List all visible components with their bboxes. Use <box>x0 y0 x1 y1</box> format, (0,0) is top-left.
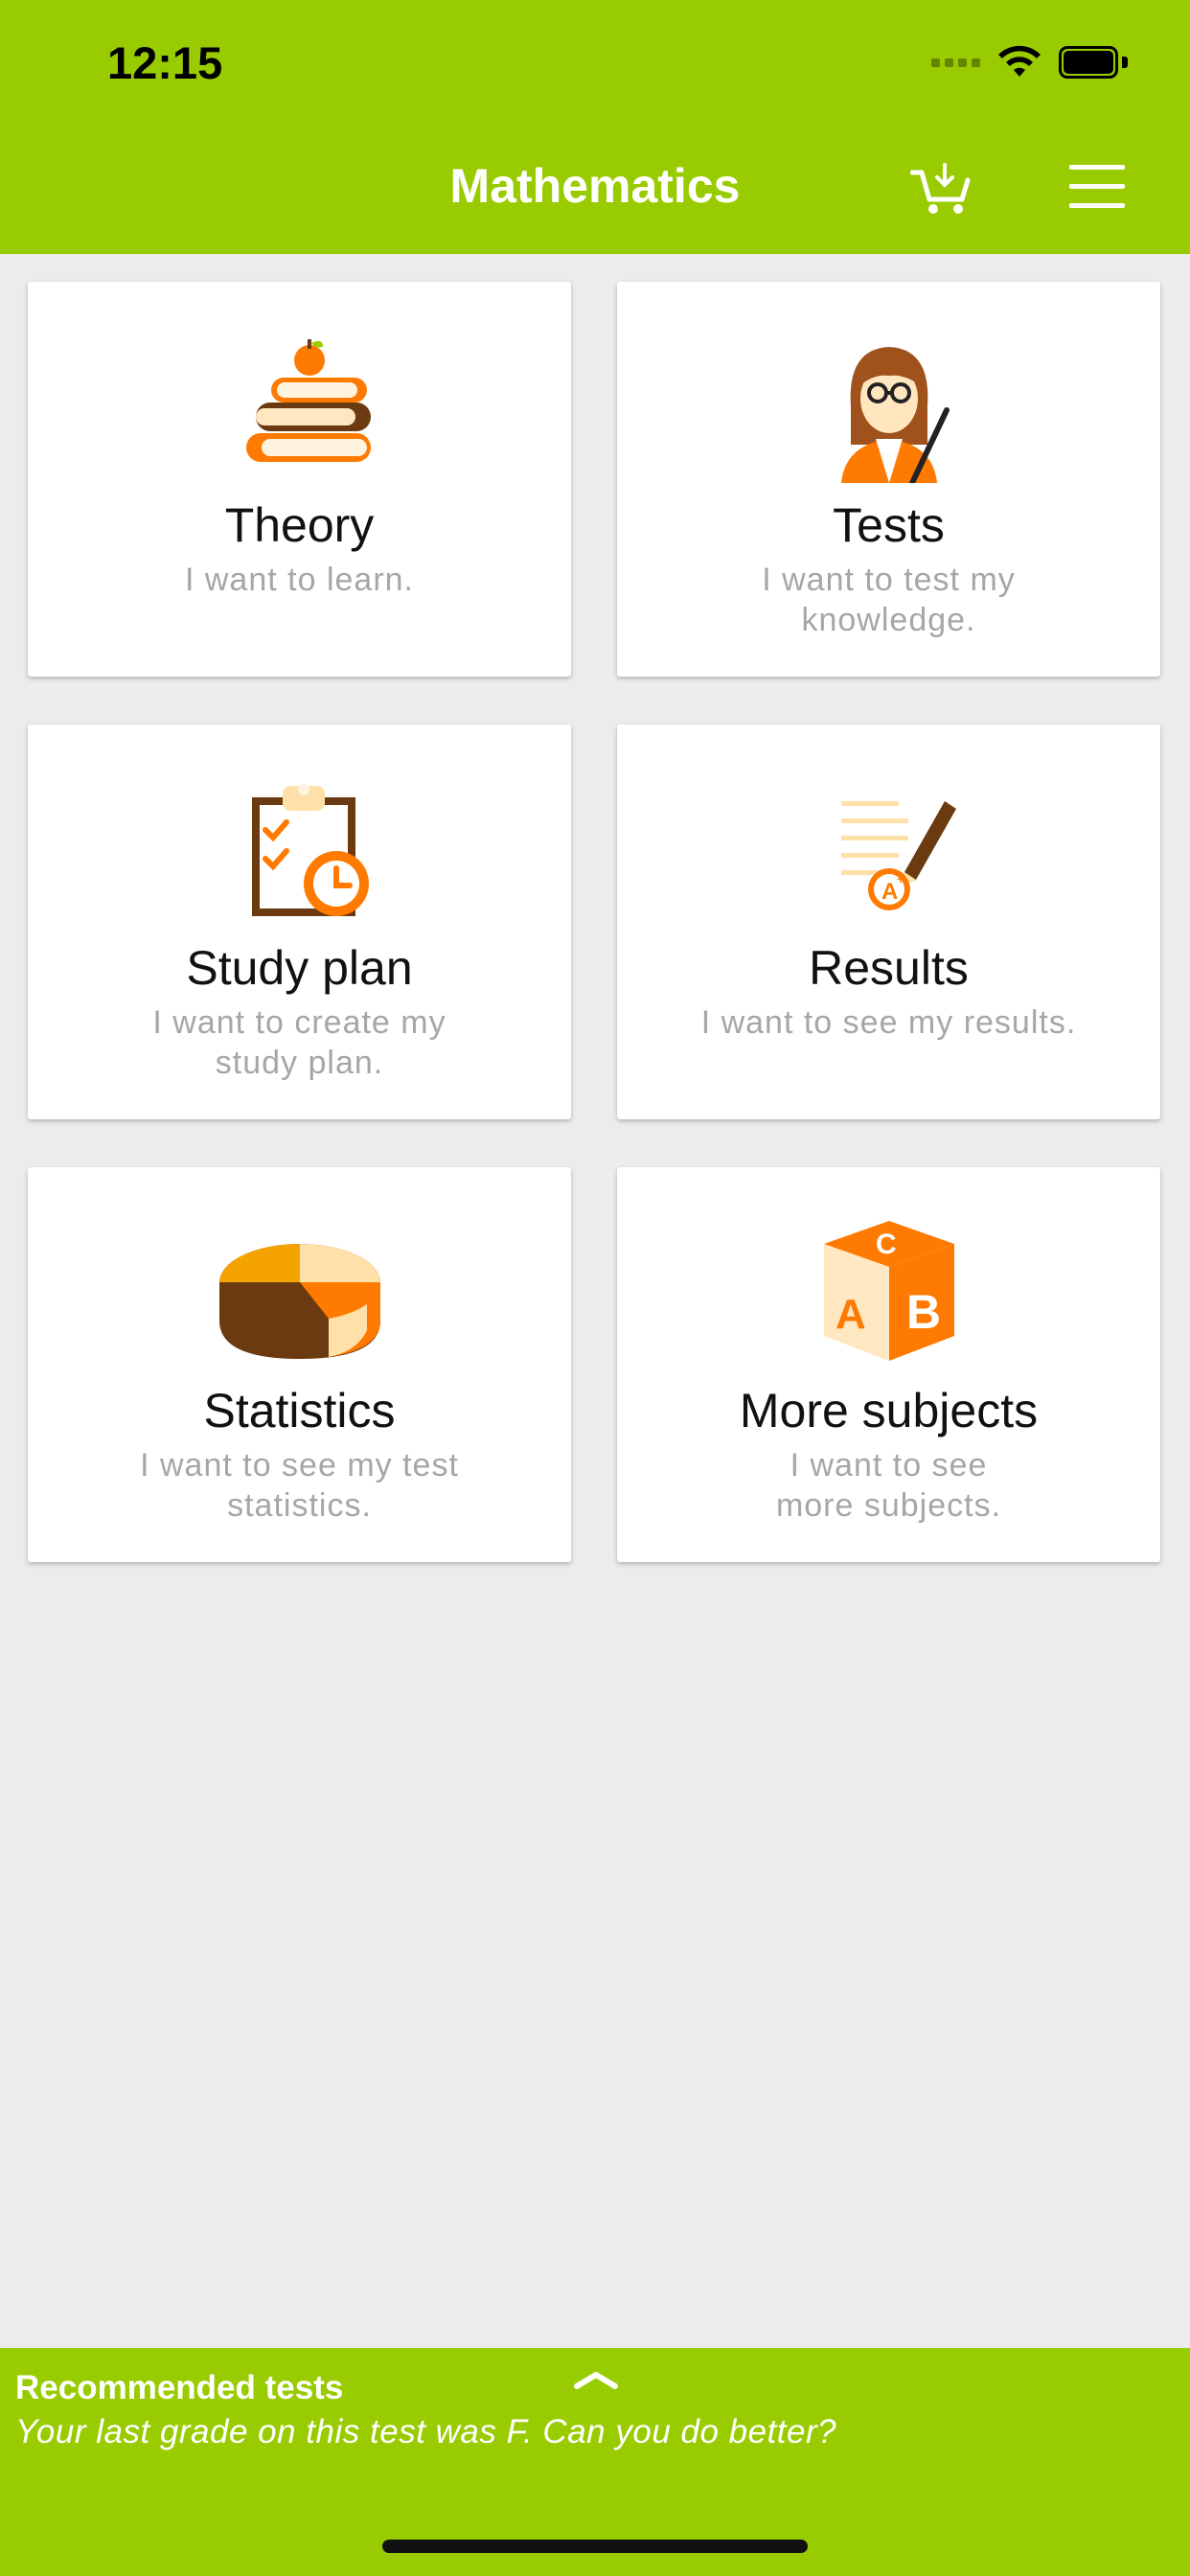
page-title: Mathematics <box>449 159 741 213</box>
svg-text:A: A <box>835 1291 866 1338</box>
tests-card[interactable]: Tests I want to test my knowledge. <box>617 282 1160 677</box>
card-subtitle: I want to see my results. <box>700 1004 1077 1041</box>
card-subtitle: I want to see more subjects. <box>775 1447 1002 1524</box>
more-subjects-card[interactable]: C A B More subjects I want to see more s… <box>617 1167 1160 1562</box>
svg-text:+: + <box>897 871 904 886</box>
svg-text:B: B <box>906 1285 941 1339</box>
status-time: 12:15 <box>107 37 223 88</box>
recommended-title: Recommended tests <box>15 2369 344 2406</box>
card-title: Statistics <box>203 1384 396 1438</box>
chevron-up-icon[interactable] <box>573 2367 619 2390</box>
books-apple-icon <box>28 330 571 483</box>
statistics-card[interactable]: Statistics I want to see my test statist… <box>28 1167 571 1562</box>
card-subtitle: I want to learn. <box>184 562 414 598</box>
cart-icon[interactable] <box>910 161 972 217</box>
card-subtitle: I want to test my knowledge. <box>762 562 1016 638</box>
card-title: Theory <box>224 498 375 552</box>
cellular-signal-icon <box>931 58 980 67</box>
wifi-icon <box>998 45 1041 77</box>
card-subtitle: I want to create my study plan. <box>152 1004 446 1081</box>
grade-pen-icon: A + <box>617 772 1160 926</box>
card-subtitle: I want to see my test statistics. <box>140 1447 459 1524</box>
card-title: More subjects <box>739 1384 1039 1438</box>
results-card[interactable]: A + Results I want to see my results. <box>617 724 1160 1119</box>
recommended-message: Your last grade on this test was F. Can … <box>15 2413 837 2450</box>
clipboard-clock-icon <box>28 772 571 926</box>
theory-card[interactable]: Theory I want to learn. <box>28 282 571 677</box>
abc-block-icon: C A B <box>617 1215 1160 1368</box>
battery-icon <box>1059 46 1128 79</box>
study-plan-card[interactable]: Study plan I want to create my study pla… <box>28 724 571 1119</box>
status-icons <box>931 44 1128 80</box>
recommended-tests-panel[interactable]: Recommended tests Your last grade on thi… <box>0 2348 1190 2576</box>
teacher-icon <box>617 330 1160 483</box>
app-header: 12:15 Mathematics <box>0 0 1190 254</box>
card-title: Tests <box>833 498 945 552</box>
card-title: Study plan <box>186 941 413 995</box>
svg-text:C: C <box>876 1229 897 1260</box>
card-title: Results <box>809 941 969 995</box>
home-indicator[interactable] <box>382 2540 808 2553</box>
hamburger-menu-icon[interactable] <box>1069 165 1125 209</box>
pie-chart-icon <box>28 1215 571 1368</box>
svg-text:A: A <box>881 879 898 905</box>
